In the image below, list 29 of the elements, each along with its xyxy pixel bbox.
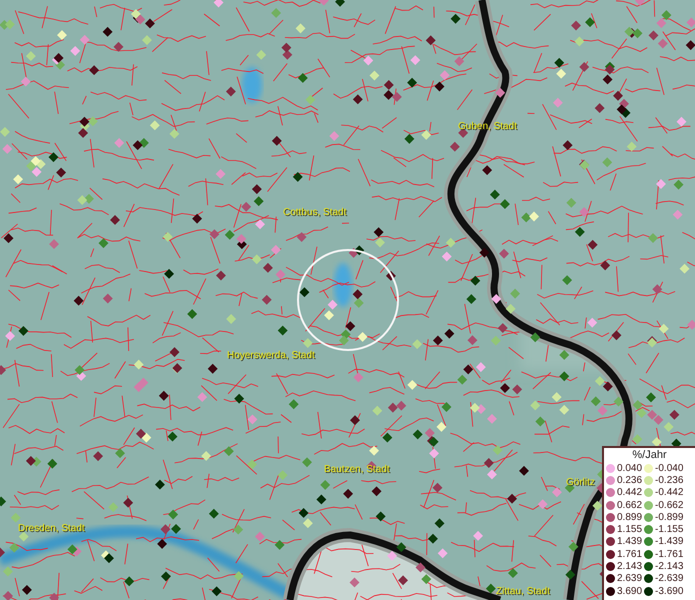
legend-label: -2.143 bbox=[655, 561, 684, 572]
legend-label: 1.155 bbox=[617, 524, 642, 536]
city-label: Zittau, Stadt bbox=[496, 586, 550, 598]
legend-label: 0.899 bbox=[617, 512, 642, 523]
legend-label: 2.639 bbox=[617, 573, 642, 584]
legend-label: -1.155 bbox=[655, 524, 684, 536]
legend-label: -1.439 bbox=[655, 536, 684, 548]
legend-label: -2.639 bbox=[655, 573, 684, 584]
legend-label: 0.236 bbox=[617, 474, 642, 486]
legend-label: -0.040 bbox=[655, 462, 684, 474]
legend-label: 1.439 bbox=[617, 536, 642, 548]
legend-label: -0.442 bbox=[655, 487, 684, 498]
city-label: Bautzen, Stadt bbox=[324, 464, 390, 476]
legend-label: -0.662 bbox=[655, 500, 684, 511]
legend-label: 3.690 bbox=[617, 586, 642, 597]
legend-label: -0.236 bbox=[655, 474, 684, 486]
city-label: Görlitz bbox=[566, 477, 595, 489]
legend-label: 1.761 bbox=[617, 548, 642, 560]
city-label: Hoyerswerda, Stadt bbox=[227, 350, 315, 362]
city-label: Cottbus, Stadt bbox=[283, 207, 346, 219]
legend-label: -3.690 bbox=[655, 586, 684, 597]
legend-title: %/Jahr bbox=[631, 449, 668, 462]
legend-label: -1.761 bbox=[655, 548, 684, 560]
legend-label: 2.143 bbox=[617, 561, 642, 572]
legend-label: 0.040 bbox=[617, 462, 642, 474]
legend-label: 0.442 bbox=[617, 487, 642, 498]
legend-label: 0.662 bbox=[617, 500, 642, 511]
city-label: Dresden, Stadt bbox=[18, 523, 85, 535]
legend-label: -0.899 bbox=[655, 512, 684, 523]
